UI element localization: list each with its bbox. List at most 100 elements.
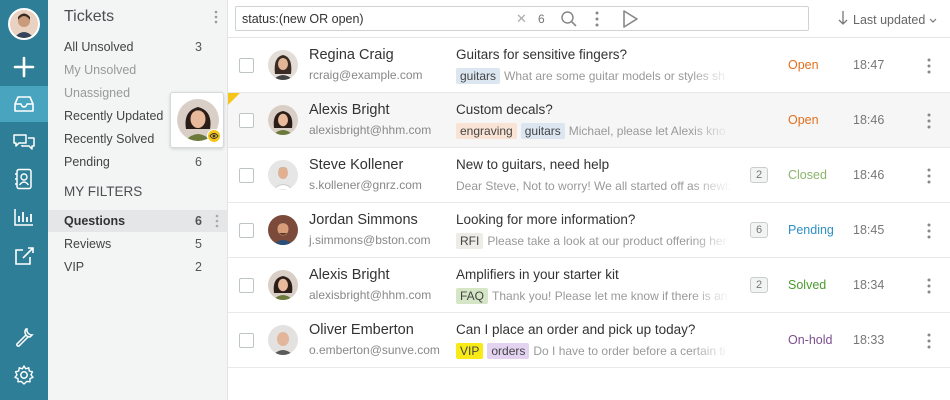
requester-name: Alexis Bright: [309, 267, 390, 283]
ticket-tag[interactable]: VIP: [456, 343, 484, 359]
ticket-time: 18:34: [853, 278, 885, 292]
ticket-tag[interactable]: FAQ: [456, 288, 489, 304]
ticket-row[interactable]: Regina Craig rcraig@example.com Guitars …: [228, 38, 950, 93]
sort-label: Last updated: [853, 12, 926, 27]
wrench-icon[interactable]: [0, 319, 48, 355]
row-checkbox[interactable]: [239, 113, 254, 128]
sort-arrow-icon: [838, 10, 848, 29]
ticket-status: On-hold: [788, 333, 833, 347]
sidebar-item-label: Unassigned: [64, 86, 131, 100]
reports-icon[interactable]: [0, 199, 48, 235]
comment-count-badge: 2: [750, 277, 768, 293]
viewing-eye-icon: [207, 129, 221, 143]
ticket-preview: VIP orders Do I have to order before a c…: [456, 342, 731, 360]
requester-email: alexisbright@hhm.com: [309, 288, 432, 302]
ticket-time: 18:45: [853, 223, 885, 237]
sidebar-item-label: All Unsolved: [64, 40, 134, 54]
row-menu-icon[interactable]: [927, 58, 931, 77]
row-checkbox[interactable]: [239, 333, 254, 348]
ticket-subject: Custom decals?: [456, 102, 553, 117]
sidebar-item-count: 3: [195, 40, 202, 54]
user-avatar[interactable]: [8, 8, 40, 40]
preview-text: Thank you! Please let me know if there i…: [492, 289, 728, 303]
chat-icon[interactable]: [0, 124, 48, 160]
requester-name: Oliver Emberton: [309, 322, 414, 338]
sidebar-item-label: Pending: [64, 155, 110, 169]
sidebar-item-label: Recently Updated: [64, 109, 164, 123]
search-toolbar: ✕ 6 Last updated: [228, 0, 950, 38]
search-icon[interactable]: [560, 10, 578, 31]
sidebar-menu-icon[interactable]: [214, 10, 218, 24]
my-filters-heading: MY FILTERS: [64, 184, 143, 199]
ticket-time: 18:46: [853, 113, 885, 127]
inbox-icon[interactable]: [0, 86, 48, 122]
ticket-subject: Guitars for sensitive fingers?: [456, 47, 628, 62]
sidebar-item-reviews[interactable]: Reviews 5: [48, 233, 228, 255]
clear-search-icon[interactable]: ✕: [516, 11, 527, 27]
settings-icon[interactable]: [0, 357, 48, 393]
row-menu-icon[interactable]: [927, 333, 931, 352]
ticket-tag[interactable]: guitars: [456, 68, 501, 84]
row-checkbox[interactable]: [239, 223, 254, 238]
comment-count-badge: 6: [750, 222, 768, 238]
ticket-row[interactable]: Jordan Simmons j.simmons@bston.com Looki…: [228, 203, 950, 258]
requester-email: alexisbright@hhm.com: [309, 123, 432, 137]
preview-text: Dear Steve, Not to worry! We all started…: [456, 179, 731, 193]
ticket-subject: Looking for more information?: [456, 212, 636, 227]
sidebar-item-my-unsolved[interactable]: My Unsolved: [48, 59, 228, 81]
ticket-preview: engraving guitars Michael, please let Al…: [456, 122, 731, 140]
sidebar-item-questions[interactable]: Questions 6: [48, 210, 228, 232]
result-count: 6: [538, 12, 545, 26]
chevron-down-icon: [929, 13, 937, 27]
row-menu-icon[interactable]: [927, 168, 931, 187]
requester-avatar: [268, 105, 298, 135]
sidebar-item-label: Questions: [64, 214, 126, 228]
sort-dropdown[interactable]: Last updated: [838, 10, 937, 29]
ticket-subject: Amplifiers in your starter kit: [456, 267, 619, 282]
requester-email: j.simmons@bston.com: [309, 233, 431, 247]
ticket-subject: New to guitars, need help: [456, 157, 610, 172]
external-link-icon[interactable]: [0, 238, 48, 274]
ticket-row[interactable]: Alexis Bright alexisbright@hhm.com Custo…: [228, 93, 950, 148]
sidebar-item-label: Reviews: [64, 237, 112, 251]
row-menu-icon[interactable]: [927, 113, 931, 132]
filter-menu-icon[interactable]: [215, 214, 219, 231]
ticket-row[interactable]: Steve Kollener s.kollener@gnrz.com New t…: [228, 148, 950, 203]
requester-avatar: [268, 325, 298, 355]
ticket-preview: RFI Please take a look at our product of…: [456, 232, 731, 250]
sidebar-item-pending[interactable]: Pending 6: [48, 151, 228, 173]
ticket-tag[interactable]: engraving: [456, 123, 517, 139]
row-menu-icon[interactable]: [927, 223, 931, 242]
contacts-icon[interactable]: [0, 161, 48, 197]
preview-text: Please take a look at our product offeri…: [487, 234, 727, 248]
ticket-tag[interactable]: RFI: [456, 233, 484, 249]
sidebar-item-all-unsolved[interactable]: All Unsolved 3: [48, 36, 228, 58]
ticket-preview: Dear Steve, Not to worry! We all started…: [456, 177, 731, 195]
ticket-time: 18:33: [853, 333, 885, 347]
ticket-subject: Can I place an order and pick up today?: [456, 322, 696, 337]
requester-email: o.emberton@sunve.com: [309, 343, 440, 357]
agent-viewing-card[interactable]: [170, 92, 224, 148]
ticket-row[interactable]: Oliver Emberton o.emberton@sunve.com Can…: [228, 313, 950, 368]
row-checkbox[interactable]: [239, 58, 254, 73]
row-checkbox[interactable]: [239, 278, 254, 293]
requester-name: Regina Craig: [309, 47, 394, 63]
requester-avatar: [268, 50, 298, 80]
toolbar-menu-icon[interactable]: [595, 11, 599, 30]
ticket-row[interactable]: Alexis Bright alexisbright@hhm.com Ampli…: [228, 258, 950, 313]
row-menu-icon[interactable]: [927, 278, 931, 297]
unread-corner-marker: [228, 93, 240, 105]
sidebar-item-vip[interactable]: VIP 2: [48, 256, 228, 278]
plus-icon[interactable]: [0, 49, 48, 85]
ticket-tag[interactable]: guitars: [520, 123, 565, 139]
row-checkbox[interactable]: [239, 168, 254, 183]
play-icon[interactable]: [621, 9, 639, 32]
ticket-tag[interactable]: orders: [487, 343, 530, 359]
ticket-time: 18:47: [853, 58, 885, 72]
sidebar-item-label: VIP: [64, 260, 85, 274]
comment-count-badge: 2: [750, 167, 768, 183]
sidebar-item-label: Recently Solved: [64, 132, 155, 146]
search-input[interactable]: [236, 7, 506, 30]
preview-text: What are some guitar models or styles sh: [504, 69, 725, 83]
ticket-status: Solved: [788, 278, 827, 292]
